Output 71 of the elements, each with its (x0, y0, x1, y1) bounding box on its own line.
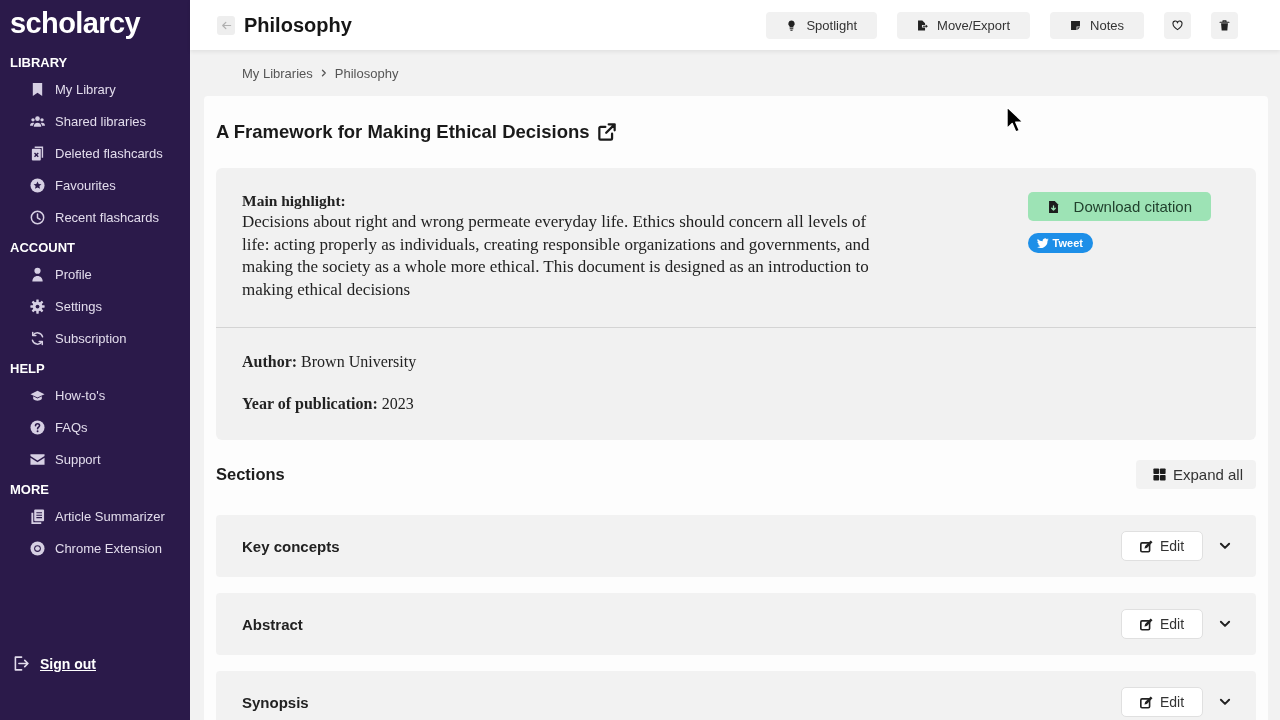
edit-button[interactable]: Edit (1121, 687, 1203, 717)
sidebar-item[interactable]: Subscription (30, 322, 127, 354)
note-icon (1070, 19, 1082, 31)
bird-icon (1036, 237, 1049, 249)
sidebar-item[interactable]: Chrome Extension (30, 532, 162, 564)
trash-icon (1219, 19, 1230, 31)
person-icon (30, 266, 45, 282)
breadcrumb-current: Philosophy (334, 65, 399, 81)
metadata-line: Year of publication: 2023 (242, 394, 415, 414)
edit-icon (1139, 695, 1153, 709)
sidebar-item[interactable]: Favourites (30, 169, 116, 201)
edit-button[interactable]: Edit (1121, 609, 1203, 639)
toolbar-button[interactable]: Move/Export (897, 11, 1031, 39)
article-title: A Framework for Making Ethical Decisions (216, 120, 590, 143)
metadata-line: Author: Brown University (242, 352, 418, 372)
sidebar-item[interactable]: FAQs (30, 411, 88, 443)
grid-icon (1152, 468, 1166, 481)
heart-icon (1172, 19, 1183, 31)
users-icon (30, 113, 45, 129)
bookmark-icon (30, 81, 45, 97)
sidebar-item[interactable]: Recent flashcards (30, 201, 160, 233)
external-link-icon[interactable] (597, 122, 616, 141)
card-x-icon (30, 145, 45, 161)
sign-out-link[interactable]: Sign out (12, 655, 96, 672)
section-title: Key concepts (242, 537, 341, 555)
highlight-label: Main highlight: (242, 192, 347, 209)
sidebar-item[interactable]: Support (30, 443, 101, 475)
chevron-down-icon[interactable] (1219, 540, 1231, 552)
chevron-down-icon[interactable] (1219, 696, 1231, 708)
highlight-text: Decisions about right and wrong permeate everyday life. Ethics should concern all levels of life: acting properly as individuals, creating responsible organizations and governments, and making the society as a whole more ethical. This document is designed as an introduction to making ethical decisions (242, 211, 871, 301)
favourite-button[interactable] (1164, 11, 1191, 39)
sidebar-item[interactable]: Shared libraries (30, 105, 147, 137)
sidebar-heading: LIBRARY (10, 55, 68, 71)
download-citation-button[interactable]: Download citation (1027, 192, 1211, 221)
page-title: Philosophy (244, 13, 353, 37)
sections-heading: Sections (216, 465, 285, 484)
toolbar-button[interactable]: Notes (1050, 11, 1144, 39)
question-circle-icon (30, 419, 45, 435)
section-title: Abstract (242, 615, 304, 633)
toolbar-button[interactable]: Spotlight (766, 11, 878, 39)
breadcrumb-link[interactable]: My Libraries (242, 65, 313, 81)
lightbulb-icon (786, 19, 798, 31)
sidebar-item[interactable]: Deleted flashcards (30, 137, 163, 169)
settings-icon (30, 298, 45, 314)
section-title: Synopsis (242, 693, 310, 711)
edit-button[interactable]: Edit (1121, 531, 1203, 561)
file-export-icon (917, 19, 929, 31)
sidebar-heading: ACCOUNT (10, 240, 75, 256)
clock-icon (30, 209, 45, 225)
sidebar-item[interactable]: My Library (30, 73, 116, 105)
sidebar-item[interactable]: Profile (30, 258, 92, 290)
sidebar-item[interactable]: Settings (30, 290, 102, 322)
edit-icon (1139, 539, 1153, 553)
expand-all-button[interactable]: Expand all (1135, 460, 1256, 489)
sidebar-item[interactable]: How-to's (30, 379, 106, 411)
ring-icon (30, 540, 45, 556)
sidebar-heading: MORE (10, 482, 49, 498)
edit-icon (1139, 617, 1153, 631)
delete-button[interactable] (1211, 11, 1238, 39)
arrow-left-icon (220, 19, 232, 31)
chevron-right-icon (319, 69, 328, 77)
sidebar-item[interactable]: Article Summarizer (30, 500, 165, 532)
sign-out-icon (12, 655, 29, 672)
mail-icon (30, 451, 45, 467)
sidebar-heading: HELP (10, 361, 45, 377)
refresh-icon (30, 330, 45, 346)
chevron-down-icon[interactable] (1219, 618, 1231, 630)
logo: scholarcy (9, 5, 140, 41)
star-circle-icon (30, 177, 45, 193)
file-download-icon (1046, 199, 1060, 214)
document-stack-icon (30, 508, 45, 524)
